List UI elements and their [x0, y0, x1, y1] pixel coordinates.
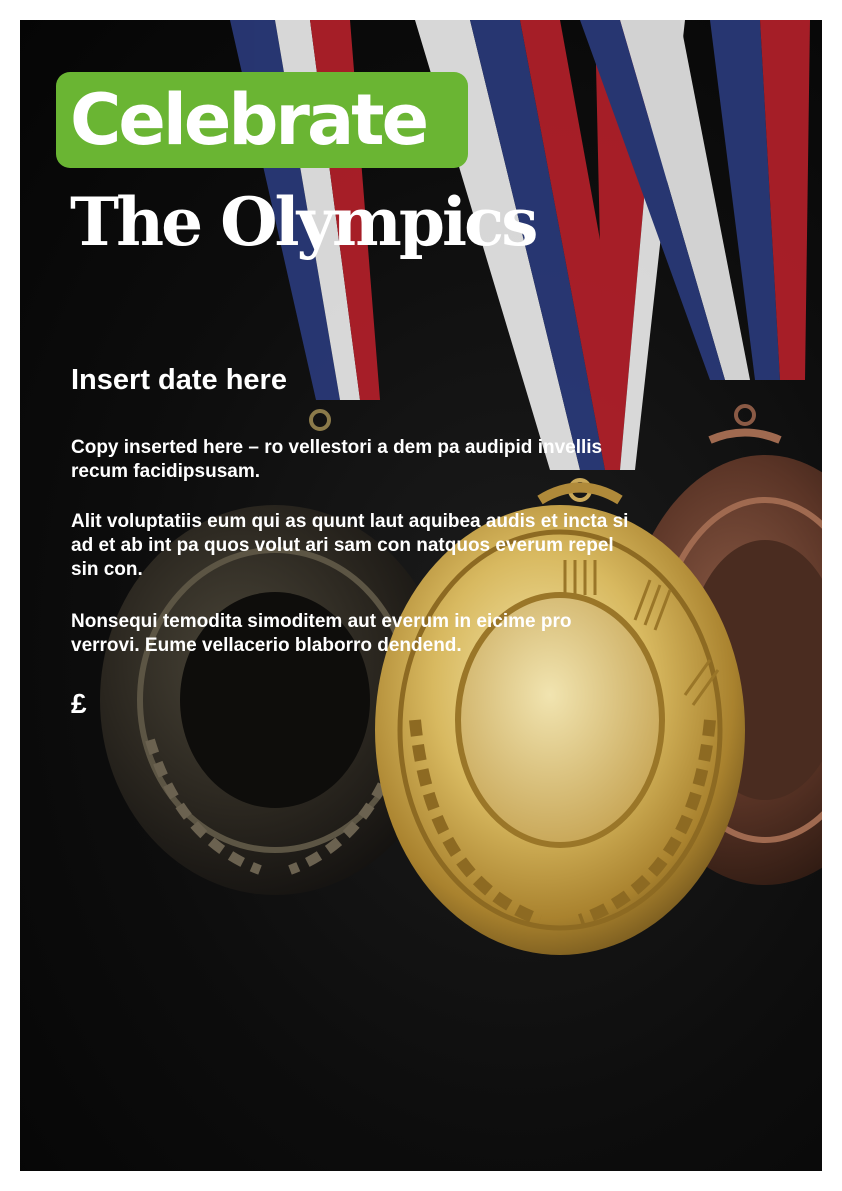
- poster-title: The Olympics: [70, 183, 538, 261]
- body-copy-1: Copy inserted here – ro vellestori a dem…: [71, 437, 603, 482]
- price: £: [71, 688, 87, 719]
- event-date: Insert date here: [71, 364, 287, 396]
- poster: Celebrate The Olympics Insert date here …: [20, 20, 822, 1171]
- badge-text: Celebrate: [70, 79, 429, 161]
- celebrate-badge: Celebrate: [56, 72, 468, 168]
- body-copy-2: Alit voluptatiis eum qui as quunt laut a…: [71, 511, 629, 580]
- body-copy-3: Nonsequi temodita simoditem aut everum i…: [71, 611, 572, 656]
